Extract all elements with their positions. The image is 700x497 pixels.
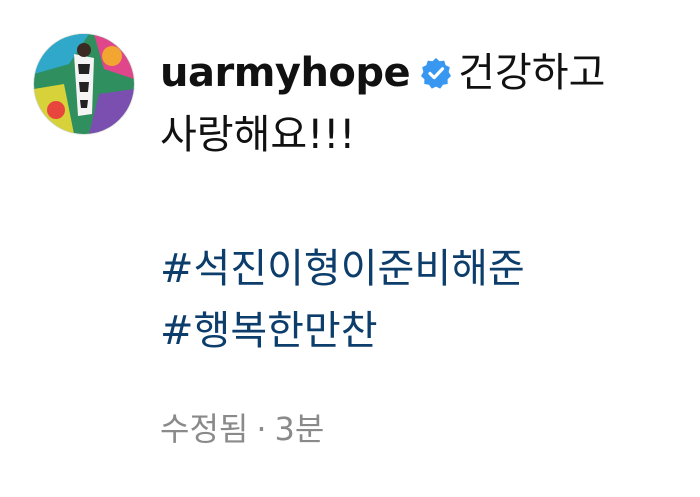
hashtag-link[interactable]: #석진이형이준비해준 (160, 238, 690, 300)
comment-meta: 수정됨 · 3분 (160, 404, 690, 450)
comment: uarmyhope 건강하고 사랑해요!!! #석진이형이준비해준 #행복한만찬 … (0, 0, 700, 497)
edited-label: 수정됨 (160, 410, 249, 448)
timestamp[interactable]: 3분 (275, 410, 325, 448)
comment-line-1: uarmyhope 건강하고 (160, 42, 690, 104)
username-link[interactable]: uarmyhope (160, 50, 411, 96)
comment-body: uarmyhope 건강하고 사랑해요!!! #석진이형이준비해준 #행복한만찬 … (160, 42, 690, 450)
verified-badge-icon (420, 45, 452, 89)
comment-text-line1: 건강하고 (458, 50, 606, 96)
avatar[interactable] (34, 34, 134, 134)
meta-separator: · (256, 410, 267, 448)
comment-text-line2: 사랑해요!!! (160, 112, 356, 158)
avatar-image (34, 34, 134, 134)
hashtag-link[interactable]: #행복한만찬 (160, 300, 690, 362)
